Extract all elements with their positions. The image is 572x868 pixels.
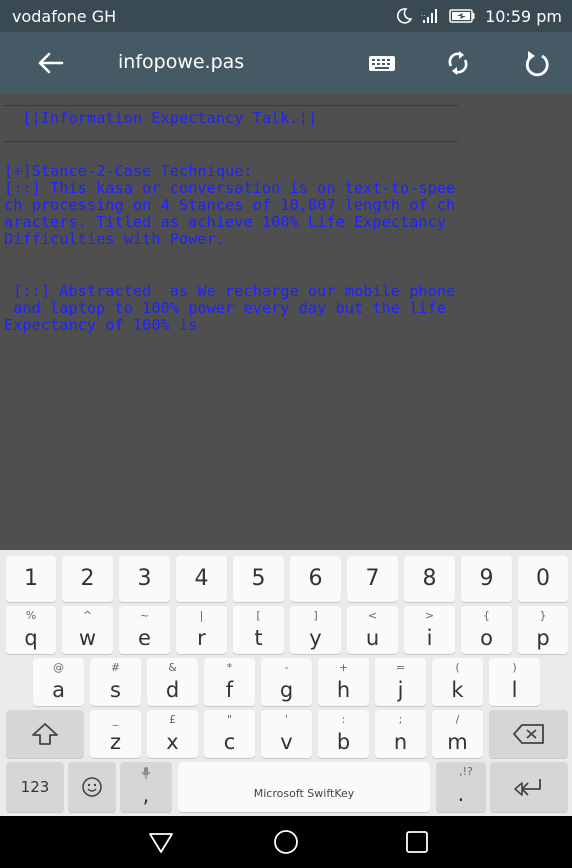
enter-icon [514,779,541,796]
key-p[interactable]: } p [518,606,568,654]
key-x[interactable]: £ x [147,710,198,758]
shift-icon [32,723,58,745]
key-f[interactable]: * f [204,658,255,706]
emoji-key[interactable] [68,762,116,812]
key-i[interactable]: > i [404,606,455,654]
numbers-toggle-key[interactable]: 123 [6,762,64,812]
key-j[interactable]: = j [375,658,426,706]
enter-key[interactable] [490,762,568,812]
key-n[interactable]: ; n [375,710,426,758]
editor-line: [¦Information Expectancy Talk.¦] [4,109,318,127]
file-title: infopowe.pas [118,51,245,73]
key-s[interactable]: # s [90,658,141,706]
key-0[interactable]: 0 [518,556,568,602]
key-w[interactable]: ^ w [62,606,113,654]
key-k[interactable]: (k [432,658,483,706]
recents-square-icon[interactable] [403,828,431,856]
editor-line: [::] Abstracted as We recharge our mobil… [4,282,456,300]
moon-icon [395,7,413,25]
editor-line: [÷]Stance-2-Case Technique: [4,162,253,180]
key-1[interactable]: 1 [6,556,56,602]
status-bar: vodafone GH .. 10:59 pm [0,0,572,32]
key-3[interactable]: 3 [119,556,170,602]
back-arrow-icon[interactable] [30,48,66,78]
clock: 10:59 pm [485,6,562,26]
editor-line: [::] This kasa or conversation is on tex… [4,179,456,197]
period-key[interactable]: ,!? . [436,762,486,812]
code-editor[interactable]: [¦Information Expectancy Talk.¦] [÷]Stan… [0,94,572,550]
navigation-bar [0,816,572,868]
key-g[interactable]: -g [261,658,312,706]
editor-line: Expectancy of 100% is [4,316,198,334]
key-q[interactable]: % q [6,606,56,654]
battery-icon [449,8,477,24]
mic-icon [141,767,151,779]
back-triangle-icon[interactable] [147,828,175,856]
editor-line: and laptop to 100% power every day but t… [4,299,447,317]
key-c[interactable]: " c [204,710,255,758]
key-r[interactable]: | r [176,606,227,654]
editor-line: Difficulties with Power. [4,230,226,248]
key-5[interactable]: 5 [233,556,284,602]
emoji-icon [82,777,102,797]
editor-line: ch processing on 4 Stances of 10,807 len… [4,196,456,214]
key-9[interactable]: 9 [461,556,512,602]
key-6[interactable]: 6 [290,556,341,602]
key-a[interactable]: @ a [33,658,84,706]
header-rule-top [4,105,458,106]
carrier-label: vodafone GH [12,6,117,26]
comma-key[interactable]: , [120,762,172,812]
sync-icon[interactable] [442,47,474,79]
key-z[interactable]: _ z [90,710,141,758]
key-v[interactable]: ' v [261,710,312,758]
svg-text:..: .. [421,10,425,18]
key-e[interactable]: ~ e [119,606,170,654]
key-h[interactable]: + h [318,658,369,706]
status-icons: .. 10:59 pm [395,7,562,26]
reload-icon[interactable] [520,47,552,79]
key-m[interactable]: / m [432,710,483,758]
key-l[interactable]: ) l [489,658,540,706]
key-2[interactable]: 2 [62,556,113,602]
key-7[interactable]: 7 [347,556,398,602]
key-d[interactable]: & d [147,658,198,706]
shift-key[interactable] [6,710,84,758]
space-key[interactable]: Microsoft SwiftKey [178,762,430,812]
key-y[interactable]: ] y [290,606,341,654]
backspace-icon [512,724,544,744]
key-o[interactable]: {o [461,606,512,654]
key-4[interactable]: 4 [176,556,227,602]
keyboard-icon[interactable] [366,47,398,79]
key-u[interactable]: < u [347,606,398,654]
editor-line: aracters. Titled as achieve 100% Life Ex… [4,213,447,231]
key-t[interactable]: [t [233,606,284,654]
home-circle-icon[interactable] [272,828,300,856]
key-b[interactable]: :b [318,710,369,758]
backspace-key[interactable] [489,710,568,758]
app-bar: infopowe.pas [0,32,572,94]
header-rule-bottom [4,141,458,142]
soft-keyboard: 1 2 3 4 5 6 7 8 9 0 % q ^ w ~ e | r [t ] y < u… [0,550,572,816]
key-8[interactable]: 8 [404,556,455,602]
signal-icon: .. [421,8,441,24]
